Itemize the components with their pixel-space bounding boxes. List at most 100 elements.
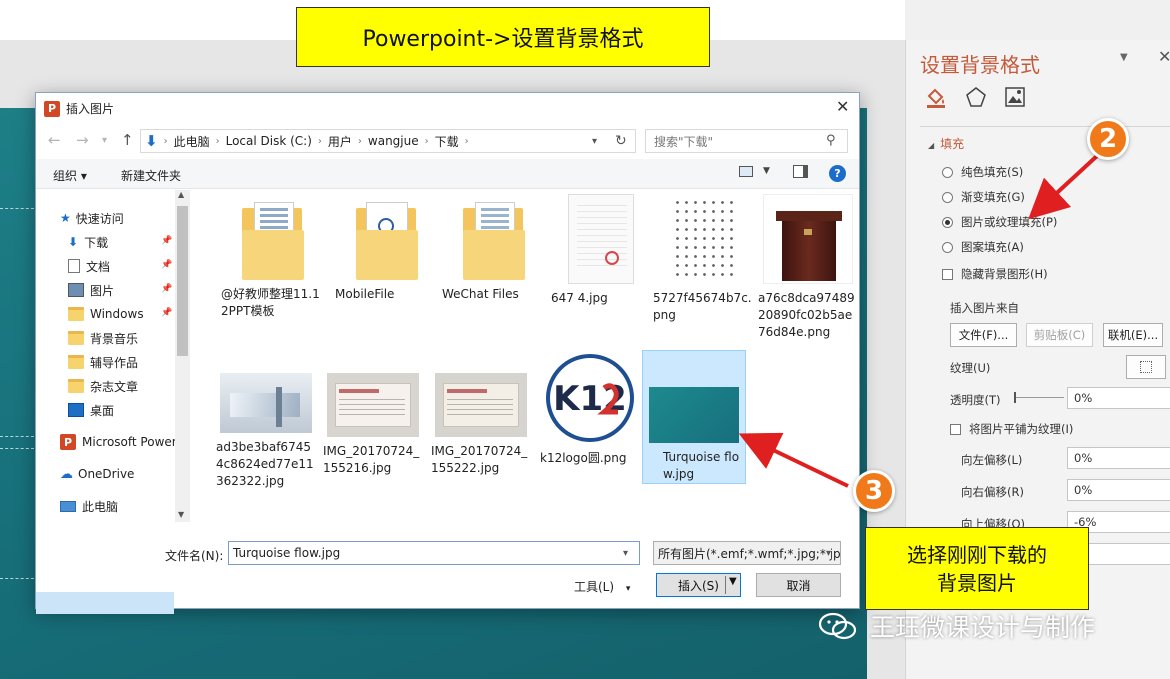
recent-chevron-icon[interactable]: ▾ (102, 135, 107, 146)
clipboard-button[interactable]: 剪贴板(C) (1026, 323, 1093, 347)
filename-input[interactable]: Turquoise flow.jpg ▾ (228, 541, 640, 565)
forward-arrow-icon[interactable]: → (76, 131, 89, 149)
insert-button[interactable]: 插入(S) ▼ (656, 573, 741, 597)
file-item-selected[interactable]: Turquoise flow.jpg (642, 350, 746, 484)
tree-desktop[interactable]: 桌面 (68, 399, 114, 421)
scroll-thumb[interactable] (177, 206, 188, 356)
file-name: ad3be3baf67454c8624ed77e11362322.jpg (216, 440, 314, 488)
powerpoint-icon: P (60, 434, 76, 450)
file-name: 647 4.jpg (551, 291, 608, 305)
tree-pictures[interactable]: 图片 (68, 279, 114, 301)
slide-guide (0, 208, 34, 209)
tree-scrollbar[interactable]: ▲ ▼ (175, 190, 190, 522)
breadcrumb-downloads[interactable]: 下载 (435, 133, 459, 150)
file-item[interactable]: 5727f45674b7c.png (653, 194, 753, 324)
file-item[interactable]: 647 4.jpg (551, 194, 651, 307)
scroll-up-icon[interactable]: ▲ (178, 190, 184, 199)
folder-icon (68, 331, 84, 345)
tree-documents[interactable]: 文档 (68, 255, 110, 277)
view-options-icon[interactable] (739, 166, 753, 177)
step-3-badge: 3 (853, 470, 895, 512)
preview-pane-icon[interactable] (793, 165, 808, 178)
tree-windows[interactable]: Windows (68, 303, 144, 325)
hide-background-checkbox[interactable]: 隐藏背景图形(H) (942, 265, 1048, 283)
file-item[interactable]: WeChat Files (442, 200, 542, 303)
dialog-toolbar: 组织 ▾ 新建文件夹 ▼ ? (36, 159, 859, 189)
watermark: 王珏微课设计与制作 (818, 608, 1095, 644)
tools-dropdown-icon: ▾ (625, 584, 631, 594)
up-arrow-icon[interactable]: ↑ (121, 131, 134, 149)
image-thumbnail (667, 194, 739, 284)
new-folder-button[interactable]: 新建文件夹 (121, 167, 181, 184)
breadcrumb-disk[interactable]: Local Disk (C:) (226, 134, 312, 148)
filetype-dropdown-icon[interactable]: ▾ (826, 547, 832, 559)
tree-onedrive[interactable]: ☁ OneDrive (60, 463, 134, 485)
dialog-title: 插入图片 (66, 102, 115, 116)
organize-menu[interactable]: 组织 ▾ (53, 167, 87, 184)
tree-downloads[interactable]: ⬇ 下载 (68, 231, 108, 253)
offset-right-field[interactable]: 0% (1067, 479, 1170, 501)
texture-label: 纹理(U) (950, 361, 991, 375)
bottom-callout: 选择刚刚下载的 背景图片 (865, 527, 1089, 610)
picture-icon[interactable] (1002, 84, 1028, 110)
pin-icon[interactable]: 📌 (161, 308, 172, 318)
image-thumbnail (220, 373, 312, 433)
file-button[interactable]: 文件(F)... (950, 323, 1017, 347)
texture-picker[interactable] (1126, 355, 1166, 379)
breadcrumb-this-pc[interactable]: 此电脑 (174, 133, 210, 150)
tree-this-pc[interactable]: 此电脑 (60, 495, 118, 517)
file-item[interactable]: K12 k12logo圆.png (540, 352, 640, 467)
filetype-select[interactable]: 所有图片(*.emf;*.wmf;*.jpg;*.jp ▾ (653, 541, 841, 565)
picture-texture-fill-radio[interactable]: 图片或纹理填充(P) (942, 213, 1057, 231)
file-item[interactable]: IMG_20170724_155222.jpg (431, 373, 531, 477)
pane-close-icon[interactable]: ✕ (1158, 47, 1170, 66)
tree-bg-music[interactable]: 背景音乐 (68, 327, 138, 349)
fill-bucket-icon[interactable] (923, 84, 949, 110)
tree-microsoft-powerpoint[interactable]: P Microsoft Power (60, 431, 177, 453)
pin-icon[interactable]: 📌 (161, 236, 172, 246)
filename-dropdown-icon[interactable]: ▾ (623, 548, 628, 559)
breadcrumb-users[interactable]: 用户 (328, 133, 352, 150)
tree-quick-access[interactable]: ★ 快速访问 (60, 207, 124, 229)
search-icon: ⚲ (826, 133, 836, 148)
pin-icon[interactable]: 📌 (161, 284, 172, 294)
transparency-field[interactable]: 0% (1067, 387, 1170, 409)
online-button[interactable]: 联机(E)... (1103, 323, 1163, 347)
address-bar[interactable]: ⬇ › 此电脑 › Local Disk (C:) › 用户 › wangjue › 下… (140, 129, 636, 153)
offset-left-field[interactable]: 0% (1067, 447, 1170, 469)
insert-dropdown-icon[interactable]: ▼ (725, 576, 737, 594)
close-icon[interactable]: ✕ (836, 97, 849, 116)
file-item[interactable]: @好教师整理11.12PPT模板 (221, 200, 321, 320)
fill-section-header[interactable]: ◢ 填充 (928, 135, 964, 152)
breadcrumb-user[interactable]: wangjue (368, 134, 419, 148)
file-item[interactable]: MobileFile (335, 200, 435, 303)
tree-magazine[interactable]: 杂志文章 (68, 375, 138, 397)
cancel-button[interactable]: 取消 (756, 573, 841, 597)
tile-texture-checkbox[interactable]: 将图片平铺为纹理(I) (950, 420, 1073, 438)
gradient-fill-radio[interactable]: 渐变填充(G) (942, 188, 1025, 206)
slide-guide (0, 436, 34, 437)
solid-fill-radio[interactable]: 纯色填充(S) (942, 163, 1023, 181)
refresh-icon[interactable]: ↻ (615, 133, 627, 149)
offset-left-label: 向左偏移(L) (961, 453, 1023, 467)
tools-menu[interactable]: 工具(L) ▾ (574, 578, 630, 595)
effects-pentagon-icon[interactable] (963, 84, 989, 110)
image-thumbnail (435, 373, 527, 437)
file-item[interactable]: IMG_20170724_155216.jpg (323, 373, 423, 477)
help-icon[interactable]: ? (829, 165, 846, 182)
folder-icon (459, 200, 525, 280)
view-dropdown-icon[interactable]: ▼ (763, 166, 770, 176)
navigation-tree: ★ 快速访问 ⬇ 下载 📌 文档 📌 图片 📌 Windows 📌 背景音乐 辅导作… (36, 190, 190, 614)
scroll-down-icon[interactable]: ▼ (178, 510, 184, 519)
file-item[interactable]: a76c8dca9748920890fc02b5ae76d84e.png (758, 194, 858, 341)
address-dropdown-icon[interactable]: ▾ (592, 136, 597, 147)
tree-tutoring[interactable]: 辅导作品 (68, 351, 138, 373)
transparency-slider[interactable] (1014, 391, 1064, 405)
watermark-text: 王珏微课设计与制作 (870, 613, 1096, 642)
back-arrow-icon[interactable]: ← (48, 131, 61, 149)
pin-icon[interactable]: 📌 (161, 260, 172, 270)
pattern-fill-radio[interactable]: 图案填充(A) (942, 238, 1024, 256)
file-item[interactable]: ad3be3baf67454c8624ed77e11362322.jpg (216, 373, 316, 490)
pane-menu-icon[interactable]: ▼ (1120, 52, 1128, 63)
search-input[interactable]: 搜索"下载" ⚲ (645, 129, 848, 153)
